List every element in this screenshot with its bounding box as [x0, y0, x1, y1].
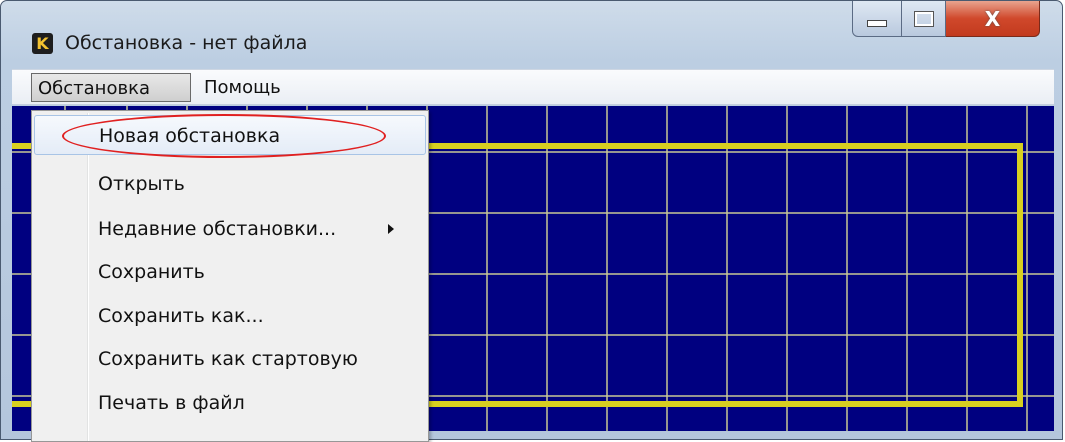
- obstanovka-dropdown-menu: Новая обстановка Открыть Недавние обстан…: [31, 110, 429, 442]
- menu-item-save[interactable]: Сохранить: [34, 252, 426, 292]
- menu-help[interactable]: Помощь: [198, 73, 287, 102]
- close-button[interactable]: X: [946, 1, 1040, 37]
- annotation-ellipse: [62, 114, 386, 158]
- menu-item-print-to-file[interactable]: Печать в файл: [34, 383, 426, 423]
- title-bar[interactable]: K Обстановка - нет файла X: [1, 1, 1062, 61]
- window-title: Обстановка - нет файла: [65, 32, 308, 54]
- close-icon: X: [984, 6, 1001, 31]
- minimize-button[interactable]: [852, 1, 902, 37]
- menu-obstanovka[interactable]: Обстановка: [31, 73, 191, 102]
- menu-item-open[interactable]: Открыть: [34, 164, 426, 204]
- maximize-icon: [913, 10, 934, 27]
- window-controls: X: [852, 1, 1040, 37]
- submenu-arrow-icon: [388, 224, 394, 234]
- menu-bar: Обстановка Помощь: [12, 69, 1054, 105]
- maximize-button[interactable]: [902, 1, 946, 37]
- menu-item-recent[interactable]: Недавние обстановки...: [34, 209, 426, 249]
- menu-item-recent-label: Недавние обстановки...: [98, 218, 337, 240]
- menu-item-save-as[interactable]: Сохранить как...: [34, 296, 426, 336]
- app-icon: K: [32, 33, 53, 54]
- minimize-icon: [867, 20, 887, 27]
- menu-item-save-as-start[interactable]: Сохранить как стартовую: [34, 339, 426, 379]
